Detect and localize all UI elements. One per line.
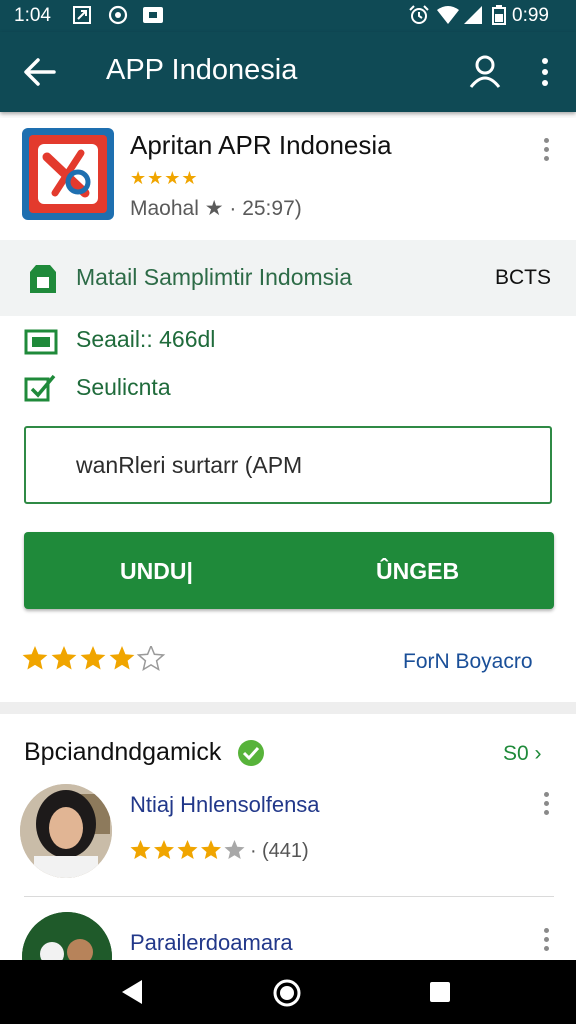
photo-icon bbox=[143, 7, 163, 23]
app-bar-title: APP Indonesia bbox=[106, 54, 298, 86]
status-time: 1:04 bbox=[14, 5, 51, 26]
security-text: Seulicnta bbox=[76, 374, 171, 400]
battery-icon bbox=[492, 5, 506, 25]
wifi-icon bbox=[437, 6, 459, 24]
app-options-icon[interactable] bbox=[541, 138, 551, 164]
battery-level: 0:99 bbox=[512, 5, 549, 26]
nav-back-icon[interactable] bbox=[118, 978, 146, 1006]
avatar[interactable] bbox=[20, 784, 112, 878]
list-item-rating-dot: · bbox=[250, 840, 257, 862]
search-input[interactable]: wanRleri surtarr (APM bbox=[24, 426, 552, 504]
section-divider bbox=[0, 702, 576, 714]
size-text: Seaail:: 466dl bbox=[76, 326, 216, 352]
list-item-title[interactable]: Parailerdoamara bbox=[130, 930, 293, 956]
app-meta: Maohal ★ · 25:97) bbox=[130, 197, 302, 220]
app-name: Apritan APR Indonesia bbox=[130, 130, 392, 160]
star-icon bbox=[154, 840, 174, 859]
signal-icon bbox=[464, 6, 482, 24]
nav-recents-icon[interactable] bbox=[428, 980, 452, 1004]
navigation-bar bbox=[0, 960, 576, 1024]
action-button-bar: UNDU| ÛNGEB bbox=[24, 532, 554, 609]
list-item-rating-stars bbox=[130, 840, 245, 859]
list-item-options-icon[interactable] bbox=[541, 928, 551, 954]
secondary-action-button[interactable]: ÛNGEB bbox=[376, 558, 459, 585]
back-arrow-icon[interactable] bbox=[20, 54, 60, 90]
more-vert-icon[interactable] bbox=[533, 54, 557, 90]
star-icon bbox=[80, 646, 106, 670]
section-title: Bpciandndgamick bbox=[24, 738, 222, 766]
rating-stars[interactable] bbox=[22, 646, 172, 676]
star-icon bbox=[22, 646, 48, 670]
app-bar: APP Indonesia bbox=[0, 32, 576, 112]
check-box-icon bbox=[24, 374, 56, 402]
star-icon bbox=[136, 646, 166, 672]
search-input-value: wanRleri surtarr (APM bbox=[76, 452, 303, 478]
nav-home-icon[interactable] bbox=[272, 978, 302, 1008]
app-logo-icon bbox=[38, 144, 98, 204]
size-icon bbox=[24, 329, 58, 355]
list-item-options-icon[interactable] bbox=[541, 792, 551, 818]
list-item-title[interactable]: Ntiaj Hnlensolfensa bbox=[130, 792, 320, 818]
star-icon bbox=[224, 840, 245, 859]
app-icon[interactable] bbox=[22, 128, 114, 220]
cast-icon bbox=[108, 5, 128, 25]
alarm-icon bbox=[409, 5, 429, 24]
info-text: Matail Samplimtir Indomsia bbox=[76, 264, 353, 290]
account-icon[interactable] bbox=[466, 52, 504, 90]
review-link[interactable]: ForN Boyacro bbox=[403, 650, 533, 674]
star-icon bbox=[201, 840, 221, 859]
app-rating-stars: ★★★★ bbox=[130, 168, 199, 188]
star-icon bbox=[177, 840, 198, 859]
avatar-photo bbox=[20, 784, 112, 878]
shop-icon bbox=[30, 265, 56, 293]
list-divider bbox=[24, 896, 554, 897]
star-icon bbox=[51, 646, 77, 670]
status-bar: 1:04 0:99 bbox=[0, 0, 576, 32]
star-icon bbox=[109, 646, 135, 670]
see-all-link[interactable]: S0 › bbox=[503, 742, 542, 766]
verified-icon bbox=[238, 740, 264, 766]
info-badge: BCTS bbox=[495, 266, 552, 289]
list-item-rating-count: (441) bbox=[262, 840, 309, 862]
star-icon bbox=[130, 840, 151, 859]
notification-icon bbox=[73, 6, 91, 24]
download-button[interactable]: UNDU| bbox=[120, 558, 193, 585]
